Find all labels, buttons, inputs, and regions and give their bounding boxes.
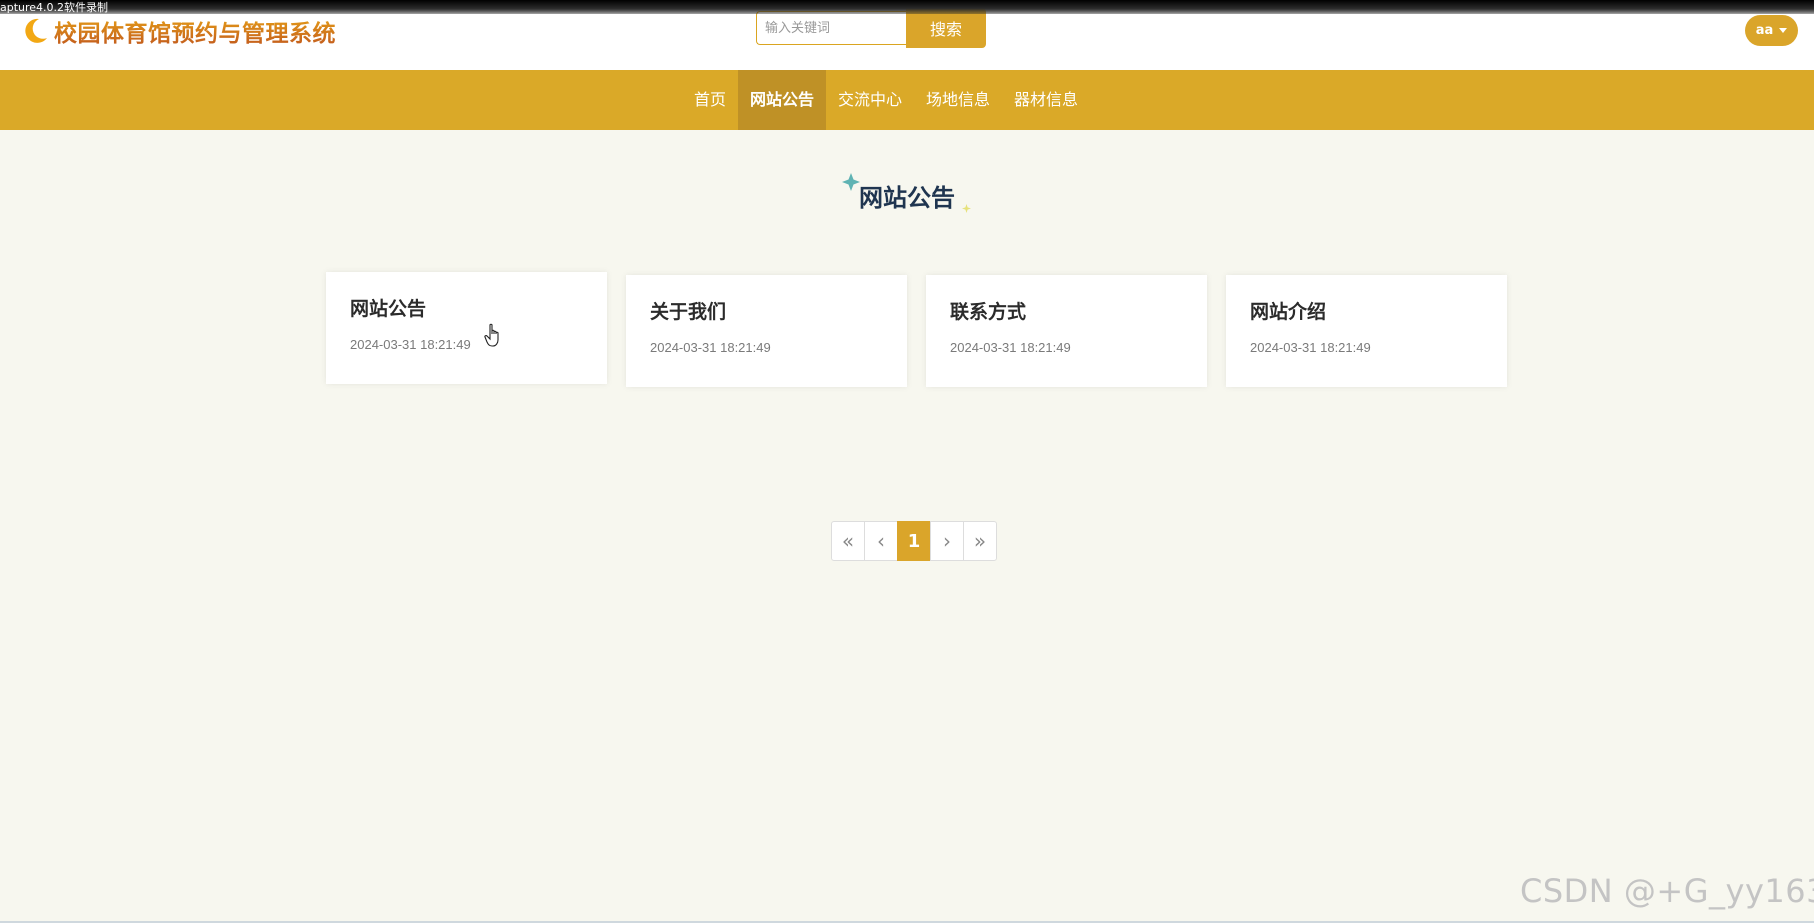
page-current-button[interactable]: 1 <box>897 521 931 561</box>
nav-item-announcements[interactable]: 网站公告 <box>737 70 826 130</box>
search-input[interactable] <box>756 11 906 45</box>
card-date: 2024-03-31 18:21:49 <box>950 340 1071 355</box>
page-first-button[interactable]: « <box>831 521 865 561</box>
search-box: 搜索 <box>756 8 986 48</box>
page-prev-button[interactable]: ‹ <box>864 521 898 561</box>
user-name: aa <box>1755 23 1774 38</box>
card-title: 网站介绍 <box>1250 301 1327 323</box>
card-title: 网站公告 <box>350 298 427 320</box>
caret-down-icon <box>1779 28 1788 33</box>
recorder-label: apture4.0.2软件录制 <box>0 1 109 14</box>
card-date: 2024-03-31 18:21:49 <box>1250 340 1371 355</box>
nav-list: 首页 网站公告 交流中心 场地信息 器材信息 <box>682 70 1090 130</box>
nav-item-home[interactable]: 首页 <box>682 70 738 130</box>
pagination: « ‹ 1 › » <box>831 521 997 561</box>
moon-icon <box>25 18 47 43</box>
announcement-card[interactable]: 网站介绍 2024-03-31 18:21:49 <box>1226 275 1507 387</box>
card-title: 联系方式 <box>950 301 1027 323</box>
section-header: 网站公告 <box>0 173 1814 213</box>
nav-item-forum[interactable]: 交流中心 <box>826 70 914 130</box>
sparkle-dot-icon <box>962 204 971 213</box>
hand-cursor-icon <box>484 323 499 347</box>
navbar: 首页 网站公告 交流中心 场地信息 器材信息 <box>0 70 1814 130</box>
section-title: 网站公告 <box>842 173 971 213</box>
nav-item-equipment[interactable]: 器材信息 <box>1002 70 1090 130</box>
search-button[interactable]: 搜索 <box>906 8 986 48</box>
page-next-button[interactable]: › <box>930 521 964 561</box>
user-menu[interactable]: aa <box>1745 15 1798 46</box>
announcement-card[interactable]: 关于我们 2024-03-31 18:21:49 <box>626 275 907 387</box>
card-title: 关于我们 <box>650 301 727 323</box>
watermark: CSDN @+G_yy163 <box>1520 872 1814 910</box>
announcement-card[interactable]: 联系方式 2024-03-31 18:21:49 <box>926 275 1207 387</box>
card-date: 2024-03-31 18:21:49 <box>650 340 771 355</box>
card-date: 2024-03-31 18:21:49 <box>350 337 471 352</box>
page-last-button[interactable]: » <box>963 521 997 561</box>
recorder-bar: apture4.0.2软件录制 <box>0 0 1814 14</box>
nav-item-venues[interactable]: 场地信息 <box>914 70 1002 130</box>
announcement-card[interactable]: 网站公告 2024-03-31 18:21:49 <box>326 272 607 384</box>
sparkle-star-icon <box>842 173 860 191</box>
site-title: 校园体育馆预约与管理系统 <box>54 14 336 48</box>
logo[interactable]: 校园体育馆预约与管理系统 <box>20 14 336 48</box>
section-title-text: 网站公告 <box>859 184 955 212</box>
